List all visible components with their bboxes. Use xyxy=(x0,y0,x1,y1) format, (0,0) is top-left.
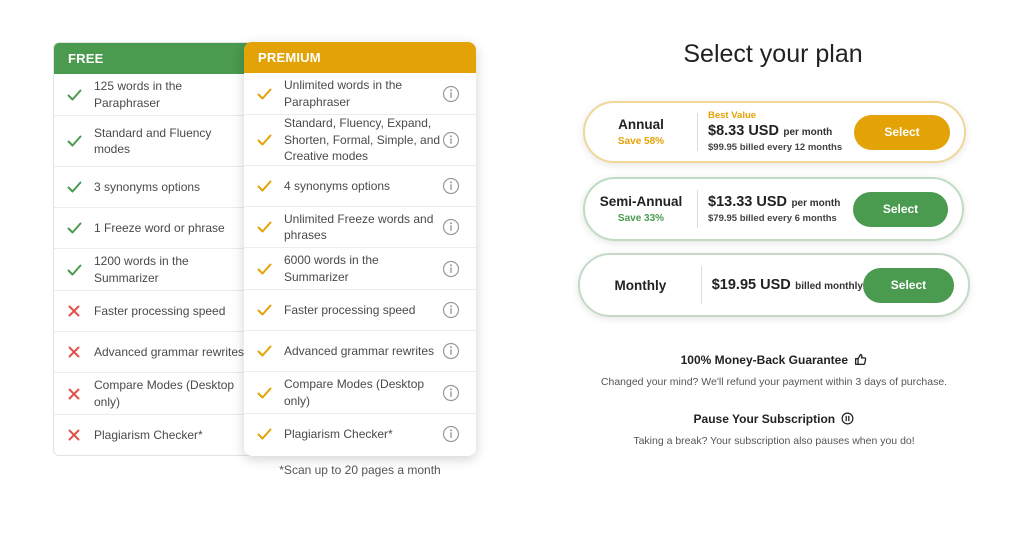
annual-price-block: Best Value $8.33 USD per month $99.95 bi… xyxy=(698,110,854,154)
free-feature-row: 3 synonyms options xyxy=(54,166,252,207)
premium-feature-row: 4 synonyms options xyxy=(244,165,476,206)
free-feature-label: Faster processing speed xyxy=(94,303,226,318)
check-icon xyxy=(244,88,284,100)
cross-icon xyxy=(54,346,94,358)
info-icon[interactable] xyxy=(442,301,460,319)
cross-icon xyxy=(54,388,94,400)
info-icon[interactable] xyxy=(442,177,460,195)
plagiarism-footnote: *Scan up to 20 pages a month xyxy=(279,463,441,477)
semi-annual-price: $13.33 USD xyxy=(708,194,787,210)
monthly-plan-name-block: Monthly xyxy=(580,278,701,293)
monthly-plan-name: Monthly xyxy=(614,277,667,293)
free-column-header: FREE xyxy=(54,43,252,74)
monthly-price-block: $19.95 USD billed monthly xyxy=(702,276,863,295)
annual-billing-note: $99.95 billed every 12 months xyxy=(708,142,843,153)
annual-price: $8.33 USD xyxy=(708,123,779,139)
monthly-plan-card[interactable]: Monthly $19.95 USD billed monthly Select xyxy=(578,253,970,317)
pause-icon xyxy=(841,412,854,428)
check-icon xyxy=(244,304,284,316)
premium-feature-row: 6000 words in the Summarizer xyxy=(244,247,476,289)
annual-plan-card[interactable]: Annual Save 58% Best Value $8.33 USD per… xyxy=(583,101,966,163)
free-feature-row: Plagiarism Checker* xyxy=(54,414,252,455)
cross-icon xyxy=(54,429,94,441)
cross-icon xyxy=(54,305,94,317)
pause-subscription-title: Pause Your Subscription xyxy=(574,412,974,428)
semi-annual-select-button[interactable]: Select xyxy=(853,191,948,227)
semi-annual-plan-name: Semi-Annual xyxy=(599,194,683,209)
semi-annual-price-unit: per month xyxy=(791,198,841,209)
best-value-badge: Best Value xyxy=(708,110,757,121)
check-icon xyxy=(244,134,284,146)
info-icon[interactable] xyxy=(442,85,460,103)
free-feature-label: 1200 words in the Summarizer xyxy=(94,254,189,285)
check-icon xyxy=(244,428,284,440)
check-icon xyxy=(54,264,94,276)
premium-feature-row: Unlimited Freeze words and phrases xyxy=(244,206,476,247)
info-icon[interactable] xyxy=(442,425,460,443)
premium-feature-list: Unlimited words in the Paraphraser Standa… xyxy=(244,73,476,454)
free-feature-label: Advanced grammar rewrites xyxy=(94,344,245,359)
check-icon xyxy=(54,222,94,234)
annual-plan-savings: Save 58% xyxy=(617,136,665,147)
semi-annual-plan-savings: Save 33% xyxy=(617,213,665,224)
semi-annual-billing-note: $79.95 billed every 6 months xyxy=(708,213,837,224)
premium-column-header: PREMIUM xyxy=(244,42,476,73)
annual-plan-name-block: Annual Save 58% xyxy=(585,117,697,147)
free-feature-label: Standard and Fluency modes xyxy=(94,125,212,157)
info-icon[interactable] xyxy=(442,384,460,402)
annual-select-button[interactable]: Select xyxy=(854,114,950,150)
annual-price-unit: per month xyxy=(783,127,833,138)
check-icon xyxy=(244,221,284,233)
free-feature-row: Compare Modes (Desktop only) xyxy=(54,372,252,414)
free-feature-list: 125 words in the Paraphraser Standard and… xyxy=(54,74,252,455)
premium-plan-column: PREMIUM Unlimited words in the Paraphras… xyxy=(244,42,476,456)
money-back-guarantee-label: 100% Money-Back Guarantee xyxy=(680,353,849,367)
check-icon xyxy=(54,135,94,147)
plan-selector-title: Select your plan xyxy=(683,40,863,68)
free-feature-row: Advanced grammar rewrites xyxy=(54,331,252,372)
free-feature-label: 3 synonyms options xyxy=(94,179,201,194)
free-feature-label: 1 Freeze word or phrase xyxy=(94,220,225,235)
check-icon xyxy=(244,387,284,399)
pause-subscription-text: Taking a break? Your subscription also p… xyxy=(633,435,915,447)
free-feature-label: Compare Modes (Desktop only) xyxy=(94,378,235,409)
check-icon xyxy=(244,180,284,192)
info-icon[interactable] xyxy=(442,218,460,236)
premium-feature-row: Standard, Fluency, Expand, Shorten, Form… xyxy=(244,114,476,165)
check-icon xyxy=(54,181,94,193)
premium-feature-row: Unlimited words in the Paraphraser xyxy=(244,73,476,114)
free-feature-row: 1 Freeze word or phrase xyxy=(54,207,252,248)
free-feature-label: 125 words in the Paraphraser xyxy=(94,79,183,110)
annual-plan-name: Annual xyxy=(618,117,664,132)
monthly-price: $19.95 USD xyxy=(711,276,791,293)
monthly-select-button[interactable]: Select xyxy=(862,267,954,303)
monthly-price-unit: billed monthly xyxy=(795,280,863,292)
free-feature-row: 125 words in the Paraphraser xyxy=(54,74,252,115)
check-icon xyxy=(244,263,284,275)
premium-feature-row: Plagiarism Checker* xyxy=(244,413,476,454)
info-icon[interactable] xyxy=(442,131,460,149)
info-icon[interactable] xyxy=(442,342,460,360)
thumbs-up-icon xyxy=(854,353,867,369)
free-feature-row: Standard and Fluency modes xyxy=(54,115,252,166)
free-feature-row: Faster processing speed xyxy=(54,290,252,331)
check-icon xyxy=(244,345,284,357)
free-plan-column: FREE 125 words in the Paraphraser Standar… xyxy=(53,42,253,456)
money-back-guarantee-title: 100% Money-Back Guarantee xyxy=(574,353,974,369)
semi-annual-plan-name-block: Semi-Annual Save 33% xyxy=(585,194,697,224)
info-icon[interactable] xyxy=(442,260,460,278)
pause-subscription-label: Pause Your Subscription xyxy=(693,412,836,426)
premium-feature-row: Advanced grammar rewrites xyxy=(244,330,476,371)
money-back-guarantee-text: Changed your mind? We'll refund your pay… xyxy=(600,376,948,388)
free-feature-row: 1200 words in the Summarizer xyxy=(54,248,252,290)
semi-annual-plan-card[interactable]: Semi-Annual Save 33% $13.33 USD per mont… xyxy=(583,177,964,241)
semi-annual-price-block: $13.33 USD per month $79.95 billed every… xyxy=(698,193,853,225)
free-feature-label: Plagiarism Checker* xyxy=(94,427,203,442)
premium-feature-row: Compare Modes (Desktop only) xyxy=(244,371,476,413)
premium-feature-row: Faster processing speed xyxy=(244,289,476,330)
check-icon xyxy=(54,89,94,101)
